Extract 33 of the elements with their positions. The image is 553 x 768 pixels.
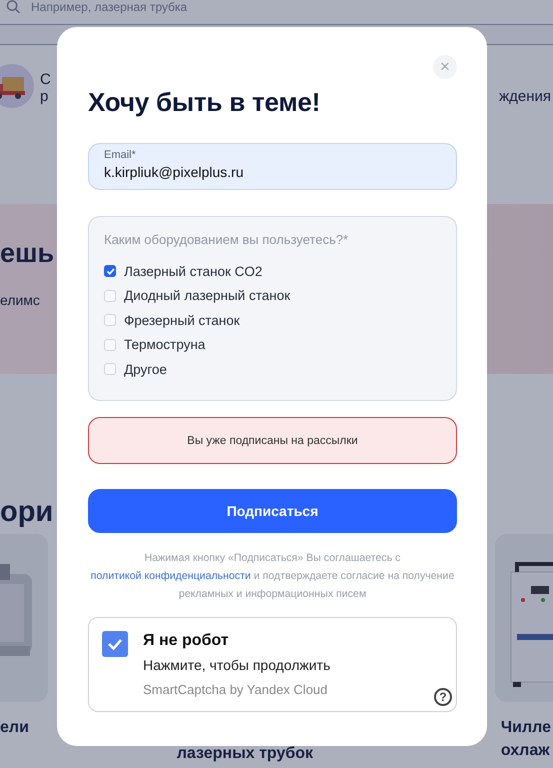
error-message: Вы уже подписаны на рассылки [88, 417, 457, 464]
checkbox[interactable] [104, 265, 116, 277]
email-input[interactable]: k.kirpliuk@pixelplus.ru [104, 164, 441, 180]
modal-title: Хочу быть в теме! [88, 87, 322, 117]
captcha-checkbox[interactable] [102, 631, 128, 657]
product-title[interactable]: лазерных трубок [176, 742, 314, 765]
option-label[interactable]: Фрезерный станок [124, 312, 240, 328]
product-title[interactable]: ели [0, 716, 29, 739]
product-title[interactable]: Чилле [500, 716, 551, 739]
captcha-brand: SmartCaptcha by Yandex Cloud [143, 682, 329, 697]
banner-title: ешь [0, 237, 54, 270]
banner-text: елимс [0, 292, 40, 308]
option-label[interactable]: Лазерный станок CO2 [124, 264, 262, 278]
question-label: Каким оборудованием вы пользуетесь?* [104, 232, 350, 248]
checkmark-icon [106, 267, 114, 275]
option-label[interactable]: Термоструна [124, 337, 206, 352]
section-title: ори [0, 496, 54, 529]
product-title[interactable]: охлаж [500, 739, 550, 762]
email-field[interactable]: Email* k.kirpliuk@pixelplus.ru [88, 143, 457, 190]
feature-text: ждения [499, 88, 552, 105]
help-icon[interactable]: ? [434, 688, 452, 706]
captcha-hint: Нажмите, чтобы продолжить [143, 657, 330, 673]
delivery-text: р [40, 88, 50, 105]
subscribe-button[interactable]: Подписаться [88, 489, 457, 533]
option-label[interactable]: Диодный лазерный станок [124, 288, 290, 303]
privacy-link[interactable]: политикой конфиденциальности [90, 570, 251, 582]
captcha-title: Я не робот [143, 631, 230, 651]
field-label: Email* [104, 149, 137, 162]
truck-icon [0, 64, 34, 108]
consent-text: Нажимая кнопку «Подписаться» Вы соглашаетесь с политикой конфиденциальности и подтверждаете согласие на получение рекламных и информационных писем [90, 551, 456, 602]
delivery-text: С [40, 71, 51, 88]
search-icon [6, 0, 21, 13]
option-label[interactable]: Другое [124, 362, 167, 376]
